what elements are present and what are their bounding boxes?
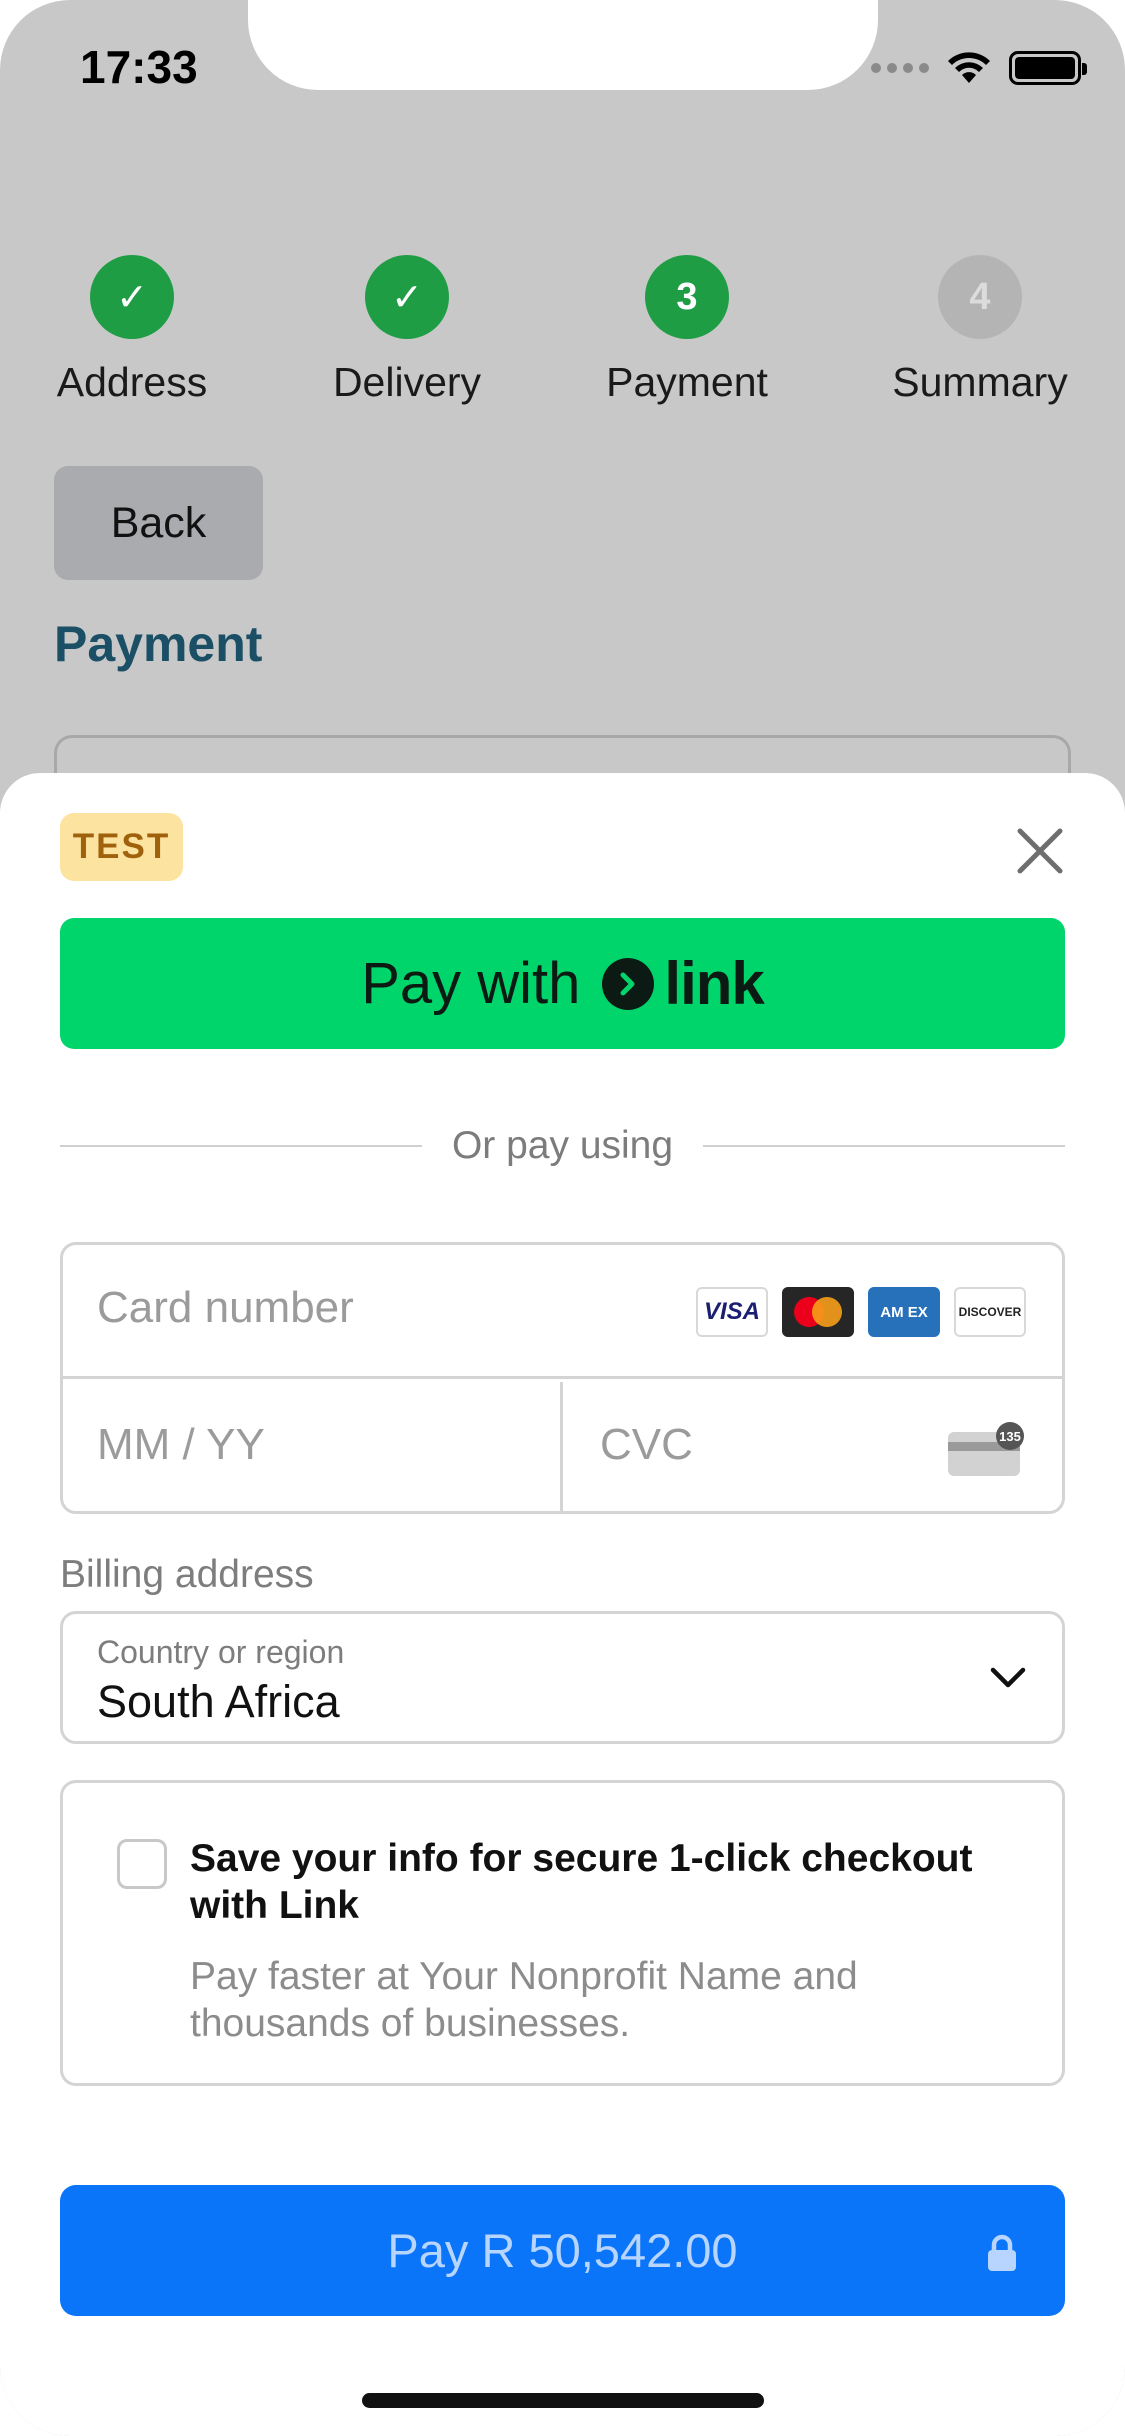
back-button[interactable]: Back — [54, 466, 263, 580]
step-number: 3 — [645, 255, 729, 339]
save-info-subtitle: Pay faster at Your Nonprofit Name and th… — [190, 1955, 858, 2045]
amex-icon: AM EX — [868, 1287, 940, 1337]
discover-icon: DISCOVER — [954, 1287, 1026, 1337]
home-indicator — [362, 2393, 764, 2408]
test-mode-badge: TEST — [60, 813, 183, 881]
step-label: Delivery — [332, 359, 482, 405]
cvc-placeholder: CVC — [600, 1420, 693, 1469]
status-icons — [871, 48, 1087, 88]
cvc-card-icon: 135 — [948, 1422, 1024, 1476]
step-delivery[interactable]: ✓ Delivery — [327, 255, 487, 406]
battery-icon — [1009, 51, 1087, 85]
step-payment[interactable]: 3 Payment — [603, 255, 771, 406]
check-icon: ✓ — [90, 255, 174, 339]
link-save-info-box: Save your info for secure 1-click checko… — [60, 1780, 1065, 2086]
step-label: Address — [56, 359, 208, 405]
save-info-title: Save your info for secure 1-click checko… — [190, 1837, 973, 1927]
country-value: South Africa — [97, 1676, 340, 1727]
divider-label: Or pay using — [451, 1124, 674, 1167]
or-pay-using-divider: Or pay using — [60, 1118, 1066, 1174]
lock-icon — [988, 2234, 1016, 2271]
step-number: 4 — [938, 255, 1022, 339]
payment-sheet: TEST Pay with link Or pay using Card num… — [0, 773, 1125, 2436]
cvc-icon-text: 135 — [999, 1429, 1021, 1444]
step-address[interactable]: ✓ Address — [54, 255, 210, 406]
country-select[interactable]: Country or region South Africa — [60, 1611, 1065, 1744]
link-logo: link — [664, 950, 764, 1017]
check-icon: ✓ — [365, 255, 449, 339]
chevron-down-icon — [990, 1667, 1026, 1688]
cellular-icon — [871, 63, 929, 73]
card-number-field[interactable]: Card number VISA AM EX DISCOVER — [63, 1245, 1062, 1379]
mastercard-icon — [782, 1287, 854, 1337]
card-brands: VISA AM EX DISCOVER — [696, 1287, 1026, 1337]
close-icon[interactable] — [1012, 823, 1068, 879]
expiry-field[interactable]: MM / YY — [63, 1382, 563, 1511]
billing-address-label: Billing address — [60, 1553, 314, 1596]
card-number-placeholder: Card number — [97, 1283, 354, 1332]
country-label: Country or region — [97, 1634, 345, 1670]
cvc-field[interactable]: CVC 135 — [566, 1382, 1062, 1511]
step-label: Payment — [606, 359, 768, 405]
card-form: Card number VISA AM EX DISCOVER MM / YY … — [60, 1242, 1065, 1514]
link-chevron-icon — [602, 957, 655, 1010]
save-info-checkbox[interactable] — [117, 1839, 167, 1889]
checkout-stepper: ✓ Address ✓ Delivery 3 Payment 4 Summary — [0, 255, 1125, 425]
pay-with-label: Pay with — [361, 951, 581, 1016]
expiry-placeholder: MM / YY — [97, 1420, 265, 1469]
pay-with-link-button[interactable]: Pay with link — [60, 918, 1065, 1049]
checkout-screen: 17:33 ✓ Address ✓ Delivery 3 Payment 4 S… — [0, 0, 1125, 2436]
status-bar: 17:33 — [0, 0, 1125, 140]
visa-icon: VISA — [696, 1287, 768, 1337]
pay-button[interactable]: Pay R 50,542.00 — [60, 2185, 1065, 2316]
step-summary[interactable]: 4 Summary — [888, 255, 1072, 406]
notch — [248, 0, 878, 90]
page-title: Payment — [54, 616, 263, 672]
wifi-icon — [948, 52, 990, 83]
step-label: Summary — [892, 359, 1068, 405]
pay-button-label: Pay R 50,542.00 — [387, 2224, 738, 2277]
status-time: 17:33 — [80, 41, 198, 93]
